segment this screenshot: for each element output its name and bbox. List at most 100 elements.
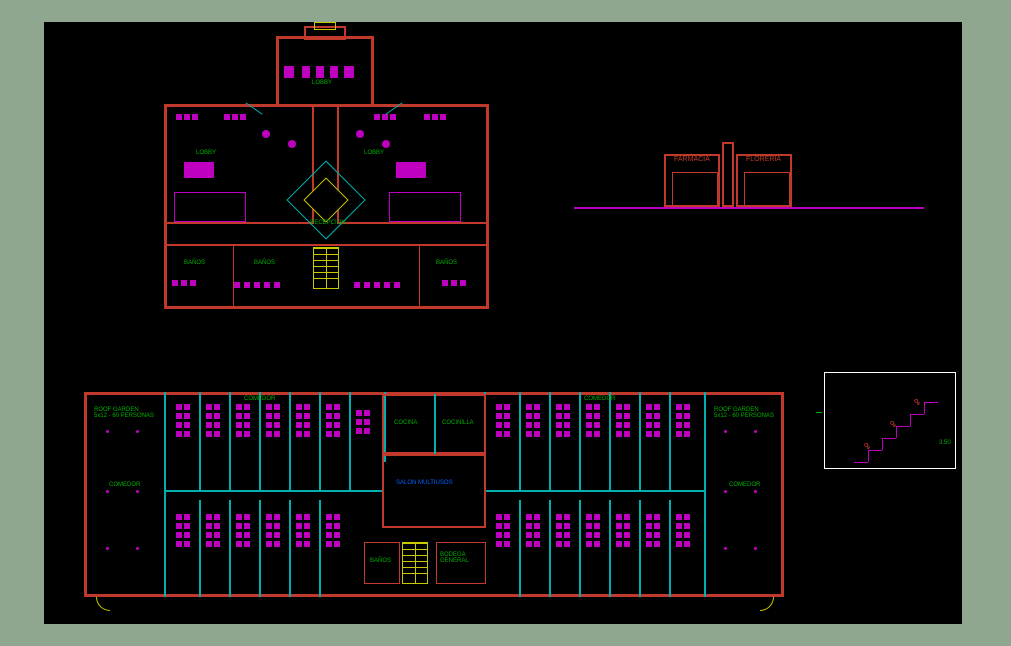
lbl-lobby-1: LOBBY xyxy=(196,150,216,156)
lbl-banos-r: BAÑOS xyxy=(436,260,457,266)
dbR3 xyxy=(556,514,570,547)
part-2 xyxy=(704,392,706,597)
dtL7 xyxy=(356,410,370,434)
rg-pt3 xyxy=(106,490,109,493)
dbR7 xyxy=(676,514,690,547)
door-bl xyxy=(96,597,110,611)
cv1 xyxy=(199,392,201,490)
dbR1 xyxy=(496,514,510,547)
wc-row-4 xyxy=(442,280,466,286)
dbR6 xyxy=(646,514,660,547)
lbl-sect-dim: 3.50 xyxy=(939,440,951,446)
pent-sofa3 xyxy=(316,66,324,78)
sofa-1 xyxy=(184,162,214,178)
cbr4 xyxy=(609,500,611,597)
ground-line xyxy=(574,207,924,209)
salon-box xyxy=(382,454,486,528)
lbl-recep: RECEPCION xyxy=(310,220,346,226)
table-d xyxy=(382,140,390,148)
couch-1 xyxy=(174,192,246,222)
lbl-banos-l: BAÑOS xyxy=(184,260,205,266)
furn-ur2 xyxy=(424,114,446,120)
furn-ul1 xyxy=(176,114,198,120)
lbl-lobby-3: LOBBY xyxy=(312,80,332,86)
cv5 xyxy=(319,392,321,490)
dtR1 xyxy=(496,404,510,437)
lbl-roofR: ROOF GARDEN 5x12 - 60 PERSONAS xyxy=(714,407,774,419)
upper-stair xyxy=(313,247,339,289)
furn-ul2 xyxy=(224,114,246,120)
cbr3 xyxy=(579,500,581,597)
dtL6 xyxy=(326,404,340,437)
cvr1 xyxy=(519,392,521,490)
cvr5 xyxy=(639,392,641,490)
cbr1 xyxy=(519,500,521,597)
cb2 xyxy=(229,500,231,597)
dtR7 xyxy=(676,404,690,437)
cbr2 xyxy=(549,500,551,597)
figure-2: ᕴ xyxy=(890,420,897,429)
rg-ptr1 xyxy=(724,430,727,433)
rg-ptr3 xyxy=(724,490,727,493)
dbR5 xyxy=(616,514,630,547)
hall-line-l xyxy=(164,490,382,492)
dtL3 xyxy=(236,404,250,437)
dbR2 xyxy=(526,514,540,547)
door-br xyxy=(760,597,774,611)
rg-pt2 xyxy=(136,430,139,433)
wc-row-2 xyxy=(354,282,400,288)
pent-sofa5 xyxy=(344,66,354,78)
dbL3 xyxy=(236,514,250,547)
hall-line-r xyxy=(486,490,704,492)
rg-pt1 xyxy=(106,430,109,433)
dbL5 xyxy=(296,514,310,547)
cbr5 xyxy=(639,500,641,597)
wc-row-3 xyxy=(172,280,196,286)
dbL2 xyxy=(206,514,220,547)
rg-ptr4 xyxy=(754,490,757,493)
lbl-salon: SALON MULTIUSOS xyxy=(396,480,453,486)
lbl-comedor1: COMEDOR xyxy=(244,396,275,402)
rg-pt5 xyxy=(106,547,109,550)
cbr6 xyxy=(669,500,671,597)
cv2 xyxy=(229,392,231,490)
cvr3 xyxy=(579,392,581,490)
figure-1: ᕴ xyxy=(864,442,871,451)
dtL1 xyxy=(176,404,190,437)
dtL4 xyxy=(266,404,280,437)
sofa-2 xyxy=(396,162,426,178)
lbl-lobby-2: LOBBY xyxy=(364,150,384,156)
lbl-floreria: FLORERIA xyxy=(746,156,781,163)
part-1 xyxy=(164,392,166,597)
elev-pillar xyxy=(722,142,734,207)
banos-1 xyxy=(164,244,234,309)
banos-2 xyxy=(419,244,489,309)
lbl-comedor4: COMEDOR xyxy=(729,482,760,488)
dtR6 xyxy=(646,404,660,437)
penthouse-dome xyxy=(314,22,336,30)
pent-sofa4 xyxy=(330,66,338,78)
pent-sofa1 xyxy=(284,66,294,78)
dtL5 xyxy=(296,404,310,437)
dtR5 xyxy=(616,404,630,437)
cv3 xyxy=(259,392,261,490)
furn-ur1 xyxy=(374,114,396,120)
lbl-banos-lower: BAÑOS xyxy=(370,558,391,564)
lbl-comedor2: COMEDOR xyxy=(584,396,615,402)
lbl-bodega: BODEGA GENERAL xyxy=(440,552,469,564)
cb4 xyxy=(289,500,291,597)
table-b xyxy=(288,140,296,148)
cocina-div xyxy=(434,394,436,454)
rg-pt6 xyxy=(136,547,139,550)
dbL1 xyxy=(176,514,190,547)
table-c xyxy=(356,130,364,138)
figure-3: ᕴ xyxy=(914,398,921,407)
dbL6 xyxy=(326,514,340,547)
couch-2 xyxy=(389,192,461,222)
table-a xyxy=(262,130,270,138)
cvr4 xyxy=(609,392,611,490)
cad-model-space[interactable]: LOBBY LOBBY LOBBY RECEPCION BAÑOS BAÑOS … xyxy=(44,22,962,624)
rg-pt4 xyxy=(136,490,139,493)
cb1 xyxy=(199,500,201,597)
dtR4 xyxy=(586,404,600,437)
